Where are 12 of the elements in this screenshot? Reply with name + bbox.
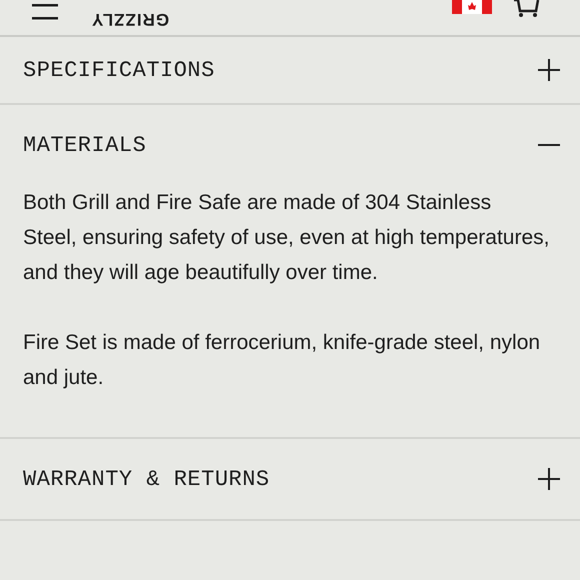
accordion-header[interactable]: SPECIFICATIONS bbox=[0, 37, 580, 103]
flag-icon[interactable] bbox=[452, 0, 492, 14]
menu-icon[interactable] bbox=[32, 4, 58, 20]
minus-icon bbox=[538, 144, 560, 146]
plus-icon bbox=[538, 59, 560, 81]
cart-icon[interactable] bbox=[512, 0, 540, 16]
paragraph: Both Grill and Fire Safe are made of 304 Stainless Steel, ensuring safety of use, even at high temperatures, and they will age beautifully over time. bbox=[23, 190, 550, 286]
accordion-header[interactable]: MATERIALS bbox=[0, 105, 580, 185]
accordion-header[interactable]: WARRANTY & RETURNS bbox=[0, 439, 580, 519]
plus-icon bbox=[538, 468, 560, 490]
paragraph: Fire Set is made of ferrocerium, knife-grade steel, nylon and jute. bbox=[23, 330, 542, 391]
logo[interactable]: GRIZZLY bbox=[91, 11, 170, 28]
